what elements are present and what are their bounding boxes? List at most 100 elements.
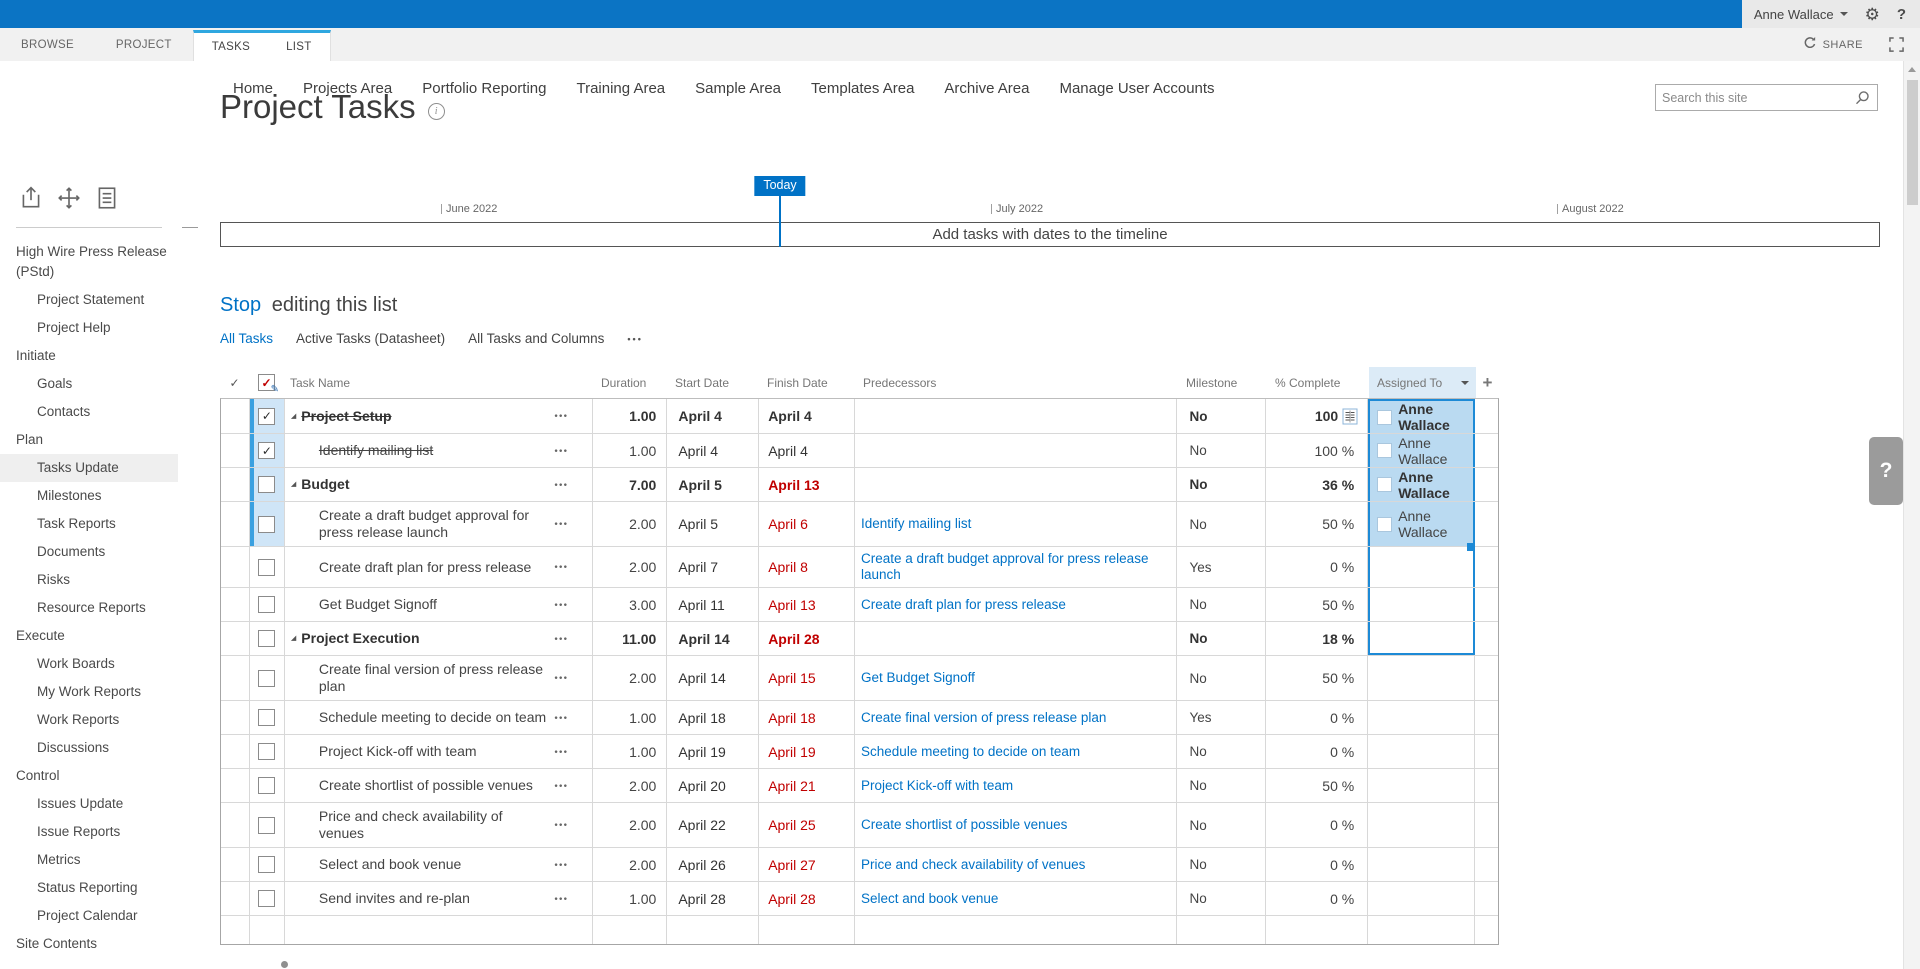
predecessors-cell[interactable]: Create draft plan for press release xyxy=(855,588,1177,621)
assignee-checkbox[interactable] xyxy=(1377,477,1392,492)
task-name-cell[interactable]: Price and check availability of venues xyxy=(285,803,594,847)
col-header-checkbox[interactable] xyxy=(249,367,284,398)
sidebar-item[interactable]: Discussions xyxy=(0,734,178,762)
start-date-cell[interactable]: April 14 xyxy=(667,622,759,655)
row-checkbox-cell[interactable] xyxy=(250,735,285,768)
duration-cell[interactable]: 1.00 xyxy=(593,701,667,734)
assigned-to-cell[interactable] xyxy=(1368,588,1475,621)
row-selector-cell[interactable] xyxy=(221,848,250,881)
task-name-cell[interactable]: Project Execution xyxy=(285,622,594,655)
finish-date-cell[interactable]: April 19 xyxy=(759,735,855,768)
sidebar-item[interactable]: Risks xyxy=(0,566,178,594)
duration-cell[interactable]: 1.00 xyxy=(593,434,667,467)
row-selector-cell[interactable] xyxy=(221,769,250,802)
row-menu-icon[interactable] xyxy=(554,516,568,533)
cell-picker-icon[interactable] xyxy=(1342,408,1358,425)
milestone-cell[interactable]: Yes xyxy=(1177,547,1266,587)
help-tab[interactable]: ? xyxy=(1869,437,1903,505)
task-name-cell[interactable]: Get Budget Signoff xyxy=(285,588,594,621)
task-name-cell[interactable]: Schedule meeting to decide on team xyxy=(285,701,594,734)
collapse-triangle-icon[interactable] xyxy=(291,476,296,493)
milestone-cell[interactable]: No xyxy=(1177,656,1266,700)
finish-date-cell[interactable]: April 8 xyxy=(759,547,855,587)
milestone-cell[interactable]: No xyxy=(1177,502,1266,546)
search-input[interactable] xyxy=(1656,91,1855,105)
predecessors-cell[interactable] xyxy=(855,434,1177,467)
sidebar-item[interactable]: Work Reports xyxy=(0,706,178,734)
row-selector-cell[interactable] xyxy=(221,622,250,655)
row-menu-icon[interactable] xyxy=(554,442,568,459)
start-date-cell[interactable]: April 5 xyxy=(667,468,759,501)
duration-cell[interactable]: 7.00 xyxy=(593,468,667,501)
row-menu-icon[interactable] xyxy=(554,856,568,873)
assigned-to-cell[interactable]: Anne Wallace xyxy=(1368,468,1475,501)
milestone-cell[interactable]: No xyxy=(1177,882,1266,915)
row-checkbox-cell[interactable] xyxy=(250,701,285,734)
row-checkbox[interactable] xyxy=(258,476,275,493)
row-menu-icon[interactable] xyxy=(554,890,568,907)
row-checkbox[interactable] xyxy=(258,817,275,834)
predecessors-cell[interactable]: Identify mailing list xyxy=(855,502,1177,546)
task-name-cell[interactable]: Create draft plan for press release xyxy=(285,547,594,587)
percent-complete-cell[interactable]: 50 % xyxy=(1266,656,1368,700)
row-selector-cell[interactable] xyxy=(221,735,250,768)
predecessors-cell[interactable]: Schedule meeting to decide on team xyxy=(855,735,1177,768)
start-date-cell[interactable]: April 7 xyxy=(667,547,759,587)
predecessor-link[interactable]: Get Budget Signoff xyxy=(861,670,975,686)
predecessors-cell[interactable]: Get Budget Signoff xyxy=(855,656,1177,700)
task-name[interactable]: Project Setup xyxy=(301,408,391,425)
finish-date-cell[interactable]: April 27 xyxy=(759,848,855,881)
task-name-cell[interactable]: Project Kick-off with team xyxy=(285,735,594,768)
start-date-cell[interactable]: April 26 xyxy=(667,848,759,881)
duration-cell[interactable]: 2.00 xyxy=(593,769,667,802)
predecessor-link[interactable]: Create draft plan for press release xyxy=(861,597,1066,613)
row-checkbox[interactable] xyxy=(258,777,275,794)
predecessors-cell[interactable]: Create shortlist of possible venues xyxy=(855,803,1177,847)
sidebar-item[interactable]: Issue Reports xyxy=(0,818,178,846)
finish-date-cell[interactable]: April 6 xyxy=(759,502,855,546)
sidebar-item[interactable]: Resource Reports xyxy=(0,594,178,622)
info-icon[interactable]: i xyxy=(428,103,445,120)
duration-cell[interactable]: 11.00 xyxy=(593,622,667,655)
sidebar-item[interactable]: Goals xyxy=(0,370,178,398)
sidebar-item[interactable]: Site Contents xyxy=(0,930,178,958)
sidebar-item[interactable]: Status Reporting xyxy=(0,874,178,902)
sidebar-item[interactable]: Task Reports xyxy=(0,510,178,538)
assigned-to-cell[interactable]: Anne Wallace xyxy=(1368,399,1475,433)
col-header-finish-date[interactable]: Finish Date xyxy=(759,367,855,398)
scroll-up-icon[interactable] xyxy=(1908,67,1916,72)
task-name[interactable]: Schedule meeting to decide on team xyxy=(319,709,546,726)
milestone-cell[interactable]: Yes xyxy=(1177,701,1266,734)
duration-cell[interactable]: 1.00 xyxy=(593,735,667,768)
row-checkbox[interactable] xyxy=(258,743,275,760)
duration-cell[interactable]: 2.00 xyxy=(593,547,667,587)
percent-complete-cell[interactable]: 0 % xyxy=(1266,735,1368,768)
start-date-cell[interactable]: April 22 xyxy=(667,803,759,847)
start-date-cell[interactable]: April 18 xyxy=(667,701,759,734)
gear-icon[interactable]: ⚙ xyxy=(1865,6,1880,23)
task-name[interactable]: Send invites and re-plan xyxy=(319,890,470,907)
predecessor-link[interactable]: Project Kick-off with team xyxy=(861,778,1013,794)
percent-complete-cell[interactable]: 36 % xyxy=(1266,468,1368,501)
duration-cell[interactable]: 2.00 xyxy=(593,848,667,881)
task-name[interactable]: Project Execution xyxy=(301,630,419,647)
milestone-cell[interactable] xyxy=(1177,916,1266,944)
finish-date-cell[interactable]: April 13 xyxy=(759,468,855,501)
milestone-cell[interactable]: No xyxy=(1177,468,1266,501)
row-checkbox-cell[interactable] xyxy=(250,656,285,700)
row-checkbox-cell[interactable] xyxy=(250,434,285,467)
finish-date-cell[interactable]: April 25 xyxy=(759,803,855,847)
predecessors-cell[interactable] xyxy=(855,468,1177,501)
task-name[interactable]: Get Budget Signoff xyxy=(319,596,437,613)
row-selector-cell[interactable] xyxy=(221,502,250,546)
duration-cell[interactable]: 2.00 xyxy=(593,502,667,546)
list-document-icon[interactable] xyxy=(94,185,120,211)
task-name[interactable]: Budget xyxy=(301,476,349,493)
task-name[interactable]: Project Kick-off with team xyxy=(319,743,477,760)
start-date-cell[interactable]: April 14 xyxy=(667,656,759,700)
predecessors-cell[interactable] xyxy=(855,916,1177,944)
sidebar-item[interactable]: Project Statement xyxy=(0,286,178,314)
milestone-cell[interactable]: No xyxy=(1177,622,1266,655)
assigned-to-cell[interactable] xyxy=(1368,656,1475,700)
predecessor-link[interactable]: Price and check availability of venues xyxy=(861,857,1085,873)
